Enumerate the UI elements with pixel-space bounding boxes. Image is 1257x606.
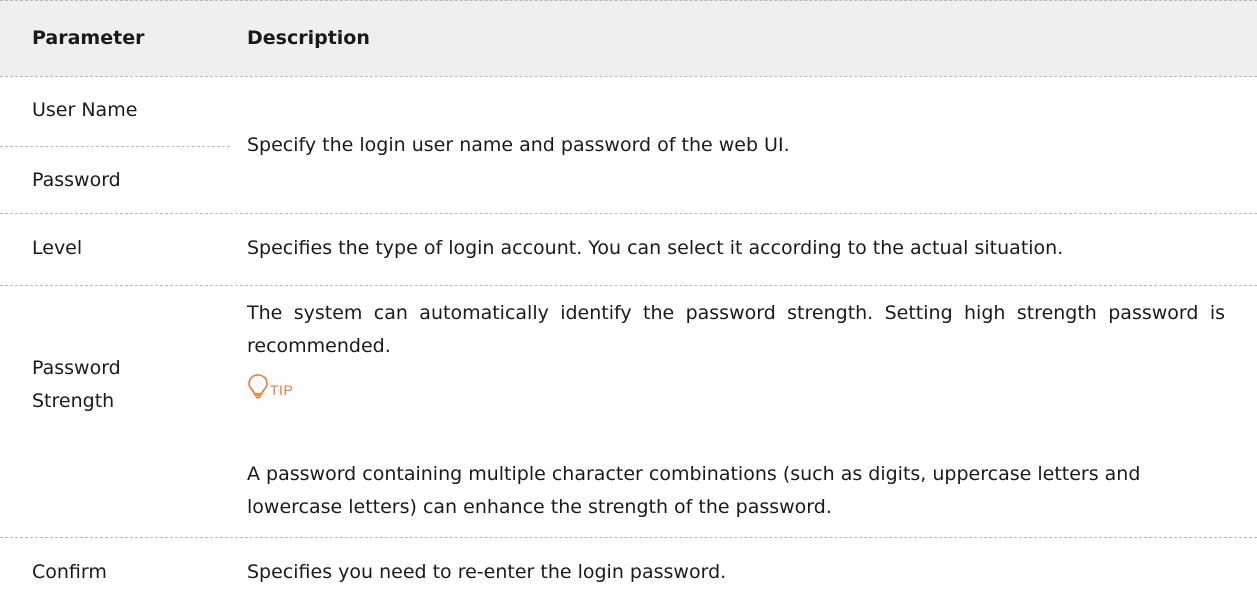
header-parameter: Parameter xyxy=(32,27,145,49)
row-divider-password-strength xyxy=(0,537,1257,538)
tip-text: A password containing multiple character… xyxy=(247,463,1141,518)
param-level: Level xyxy=(32,237,83,259)
table-header xyxy=(0,0,1257,76)
parameter-table: Parameter Description User Name Password… xyxy=(0,0,1257,606)
desc-password-strength: The system can automatically identify th… xyxy=(247,302,1225,357)
desc-user-name-password: Specify the login user name and password… xyxy=(247,134,790,156)
desc-level: Specifies the type of login account. You… xyxy=(247,237,1064,259)
param-confirm: Confirm xyxy=(32,561,107,583)
desc-confirm: Specifies you need to re-enter the login… xyxy=(247,561,727,583)
param-user-name: User Name xyxy=(32,99,138,121)
tip-label: TIP xyxy=(270,382,294,398)
row-divider-level xyxy=(0,285,1257,286)
lightbulb-icon xyxy=(248,374,268,399)
param-password-strength-line1: Password xyxy=(32,357,121,379)
param-password: Password xyxy=(32,169,121,191)
param-password-strength-line2: Strength xyxy=(32,390,115,412)
table-top-rule xyxy=(0,0,1257,1)
header-bottom-rule xyxy=(0,76,1257,77)
header-description: Description xyxy=(247,27,370,49)
row-divider-user-name xyxy=(0,146,230,147)
row-divider-password xyxy=(0,213,1257,214)
tip-callout: TIP xyxy=(247,369,293,399)
